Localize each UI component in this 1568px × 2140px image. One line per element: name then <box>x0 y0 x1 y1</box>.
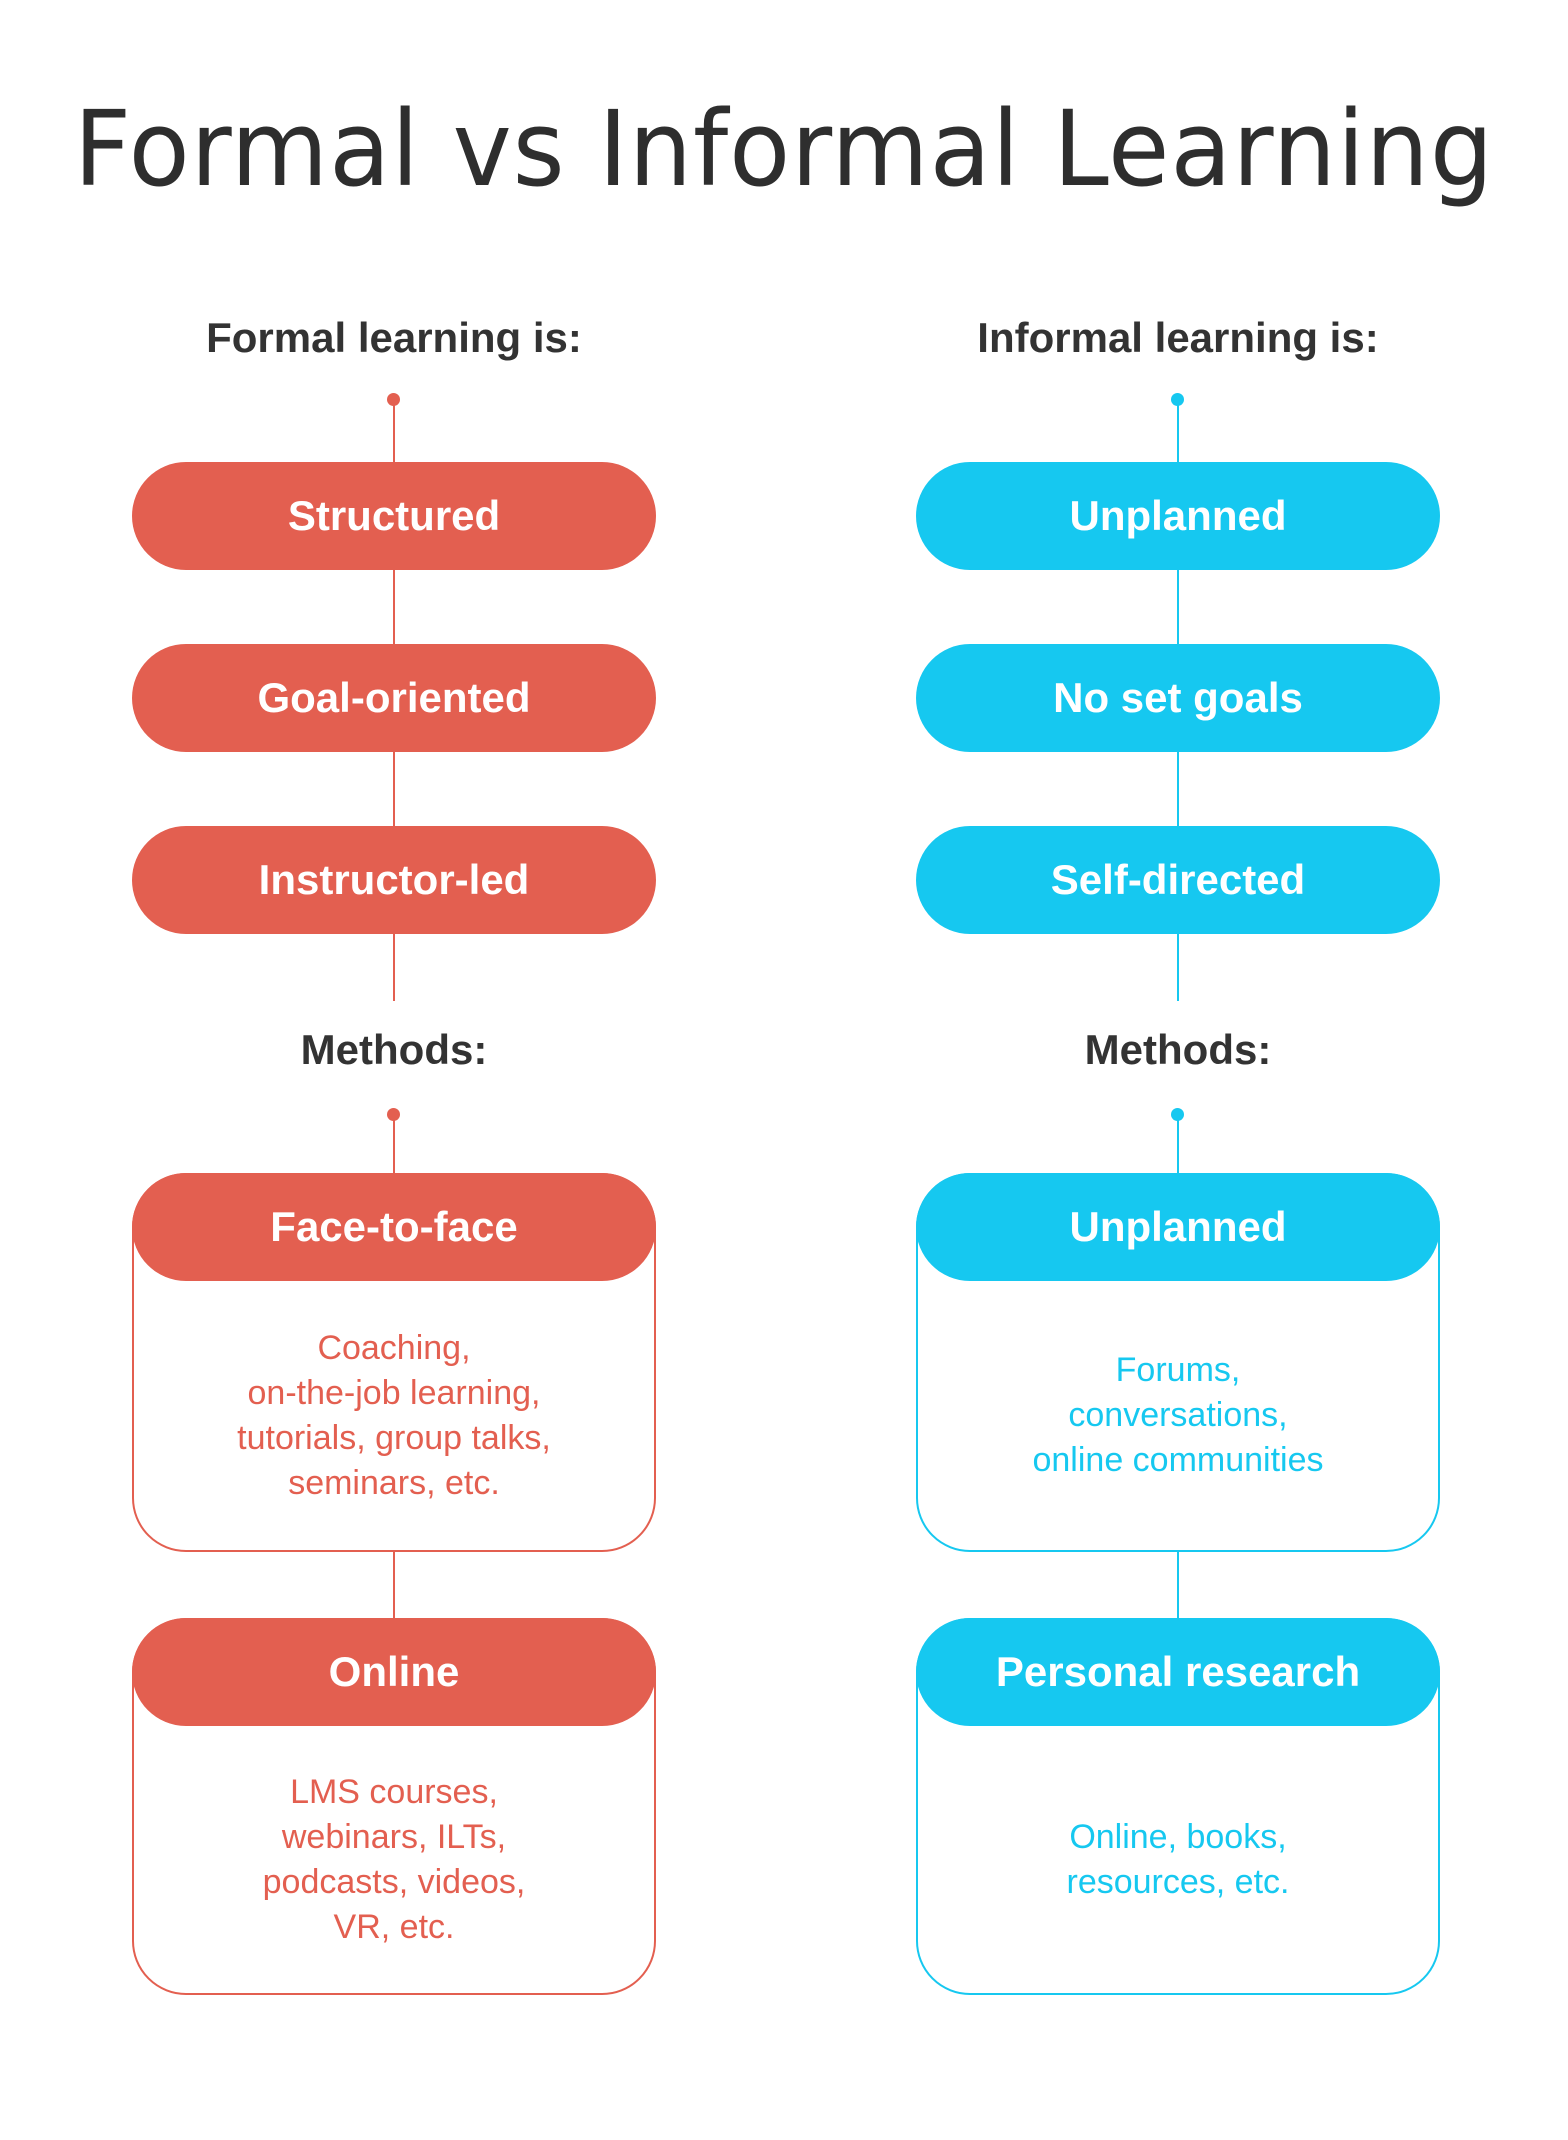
trait-pill-goal-oriented: Goal-oriented <box>132 644 656 752</box>
method-line: podcasts, videos, <box>262 1862 526 1901</box>
method-line: webinars, ILTs, <box>281 1817 507 1856</box>
formal-heading: Formal learning is: <box>206 314 582 361</box>
method-line: resources, etc. <box>1066 1862 1290 1901</box>
method-card-body: Forums, conversations, online communitie… <box>918 1281 1438 1550</box>
trait-pill-unplanned: Unplanned <box>916 462 1440 570</box>
method-line: LMS courses, <box>290 1772 498 1811</box>
method-line: VR, etc. <box>333 1907 455 1946</box>
method-line: on-the-job learning, <box>247 1373 541 1412</box>
method-card-unplanned: Unplanned Forums, conversations, online … <box>916 1173 1440 1552</box>
formal-methods-heading: Methods: <box>300 1026 488 1073</box>
method-card-personal-research: Personal research Online, books, resourc… <box>916 1618 1440 1995</box>
informal-heading: Informal learning is: <box>977 314 1379 361</box>
method-card-body: Online, books, resources, etc. <box>918 1726 1438 1993</box>
trait-pill-instructor-led: Instructor-led <box>132 826 656 934</box>
method-card-body: Coaching, on-the-job learning, tutorials… <box>134 1281 654 1550</box>
informal-column: Informal learning is: Unplanned No set g… <box>916 0 1440 2140</box>
method-line: seminars, etc. <box>288 1463 500 1502</box>
method-card-title: Online <box>132 1618 656 1726</box>
method-line: Forums, <box>1115 1351 1241 1389</box>
method-line: Coaching, <box>317 1328 471 1367</box>
method-card-title: Personal research <box>916 1618 1440 1726</box>
method-card-body: LMS courses, webinars, ILTs, podcasts, v… <box>134 1726 654 1993</box>
trait-pill-no-set-goals: No set goals <box>916 644 1440 752</box>
method-line: Online, books, <box>1069 1817 1287 1856</box>
method-line: conversations, <box>1068 1396 1288 1434</box>
method-line: online communities <box>1032 1441 1324 1479</box>
method-line: tutorials, group talks, <box>237 1418 551 1457</box>
method-card-online: Online LMS courses, webinars, ILTs, podc… <box>132 1618 656 1995</box>
formal-column: Formal learning is: Structured Goal-orie… <box>132 0 656 2140</box>
trait-pill-self-directed: Self-directed <box>916 826 1440 934</box>
method-card-title: Unplanned <box>916 1173 1440 1281</box>
method-card-title: Face-to-face <box>132 1173 656 1281</box>
trait-pill-structured: Structured <box>132 462 656 570</box>
method-card-face-to-face: Face-to-face Coaching, on-the-job learni… <box>132 1173 656 1552</box>
informal-methods-heading: Methods: <box>1084 1026 1272 1073</box>
